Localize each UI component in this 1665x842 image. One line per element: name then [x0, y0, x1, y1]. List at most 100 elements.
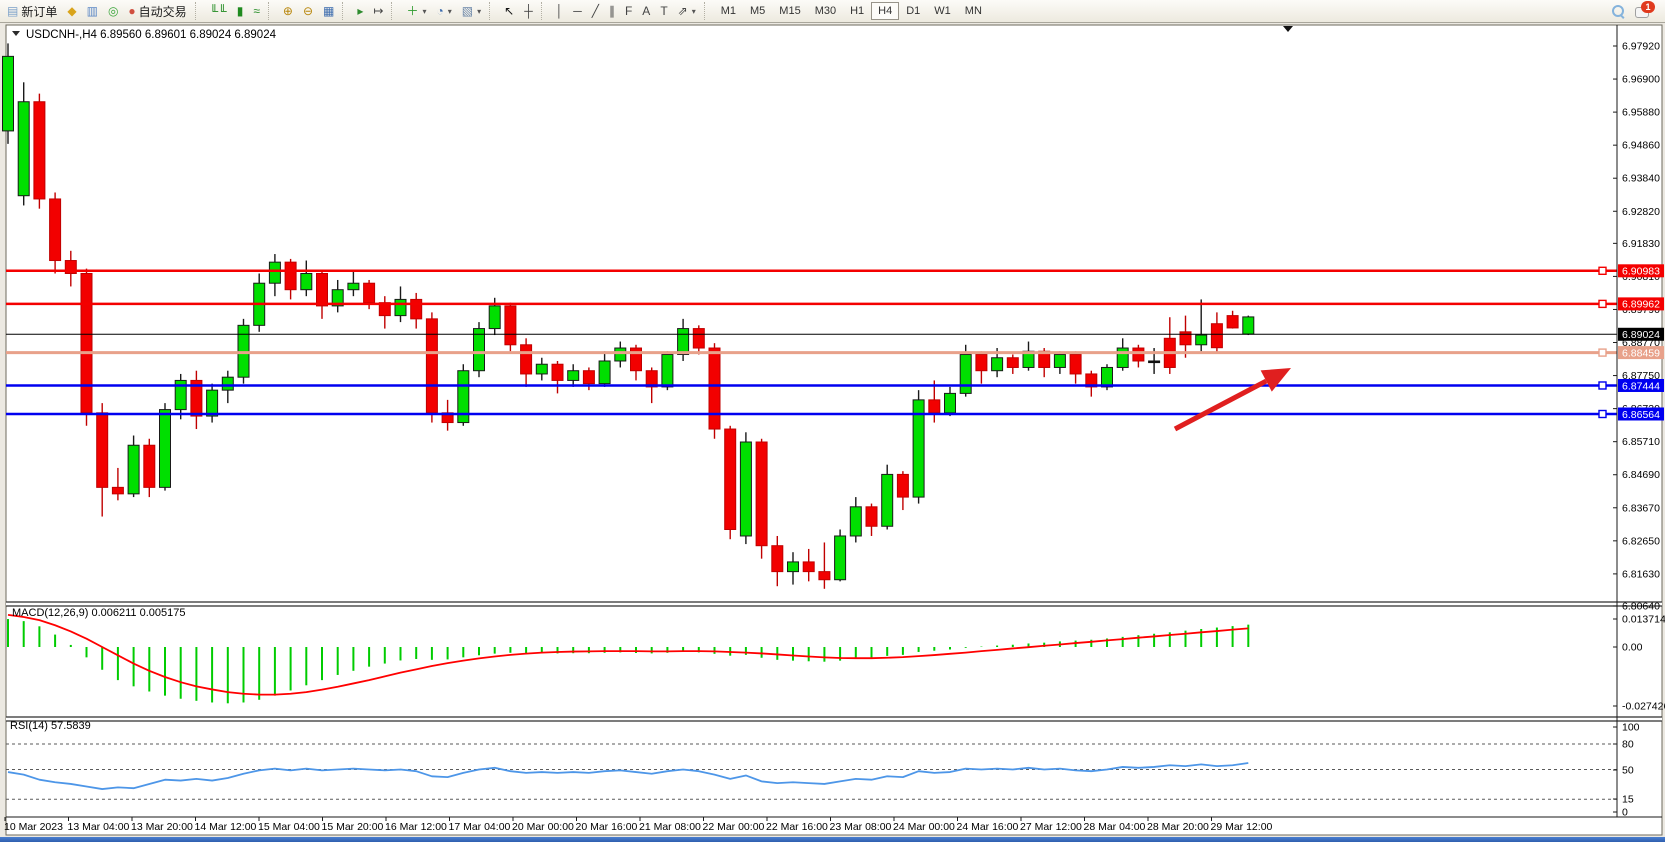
candle-body [882, 474, 893, 526]
candle-body [411, 299, 422, 318]
rsi-tick-label: 100 [1622, 722, 1640, 734]
time-axis-label: 15 Mar 04:00 [258, 821, 320, 833]
candle-body [599, 361, 610, 384]
candle-body [772, 546, 783, 572]
candle-body [929, 400, 940, 413]
time-axis-label: 23 Mar 08:00 [830, 821, 892, 833]
line-anchor-marker[interactable] [1599, 300, 1606, 307]
price-badge-label: 6.89962 [1622, 299, 1660, 311]
time-axis-label: 28 Mar 04:00 [1084, 821, 1146, 833]
candle-body [693, 329, 704, 348]
candle-body [521, 345, 532, 374]
candle-body [568, 371, 579, 381]
time-axis-label: 10 Mar 2023 [4, 821, 63, 833]
candle-body [835, 536, 846, 580]
price-tick-label: 6.93840 [1622, 173, 1660, 185]
macd-tick-label: -0.027426 [1622, 701, 1665, 713]
candle-body [128, 445, 139, 494]
price-badge-label: 6.90983 [1622, 266, 1660, 278]
time-axis-label: 24 Mar 16:00 [957, 821, 1019, 833]
time-axis-label: 22 Mar 00:00 [703, 821, 765, 833]
time-axis-label: 14 Mar 12:00 [195, 821, 257, 833]
candle-body [992, 358, 1003, 371]
candle-body [34, 102, 45, 199]
price-badge-label: 6.87444 [1622, 380, 1660, 392]
price-tick-label: 6.84690 [1622, 469, 1660, 481]
price-tick-label: 6.94860 [1622, 140, 1660, 152]
candle-body [1007, 358, 1018, 368]
price-tick-label: 6.96900 [1622, 74, 1660, 86]
price-tick-label: 6.85710 [1622, 436, 1660, 448]
line-anchor-marker[interactable] [1599, 382, 1606, 389]
macd-tick-label: 0.00 [1622, 642, 1643, 654]
candle-body [3, 56, 14, 131]
chart-window-frame [6, 25, 1662, 835]
candle-body [160, 410, 171, 488]
candle-body [317, 273, 328, 305]
time-axis-label: 22 Mar 16:00 [766, 821, 828, 833]
candle-body [348, 283, 359, 289]
price-tick-label: 6.80640 [1622, 600, 1660, 612]
macd-tick-label: 0.013714 [1622, 614, 1665, 626]
candle-body [285, 262, 296, 290]
rsi-tick-label: 0 [1622, 807, 1628, 819]
candle-body [1149, 361, 1160, 363]
candle-body [1133, 348, 1144, 361]
candle-body [536, 364, 547, 374]
chart-canvas[interactable]: 6.97920 6.96900 6.95880 6.94860 6.93840 6.928… [0, 0, 1665, 842]
time-axis-label: 20 Mar 00:00 [512, 821, 574, 833]
line-anchor-marker[interactable] [1599, 267, 1606, 274]
candle-body [803, 562, 814, 572]
candle-body [740, 442, 751, 536]
candle-body [1243, 317, 1254, 334]
candle-body [819, 572, 830, 580]
time-axis-label: 15 Mar 20:00 [322, 821, 384, 833]
candle-body [1054, 355, 1065, 368]
candle-body [18, 102, 29, 196]
price-tick-label: 6.81630 [1622, 568, 1660, 580]
line-anchor-marker[interactable] [1599, 349, 1606, 356]
time-axis-label: 13 Mar 04:00 [68, 821, 130, 833]
candle-body [866, 507, 877, 526]
candle-body [1117, 348, 1128, 367]
candle-body [615, 348, 626, 361]
time-axis-label: 28 Mar 20:00 [1147, 821, 1209, 833]
candle-body [505, 306, 516, 345]
time-axis-label: 29 Mar 12:00 [1211, 821, 1273, 833]
price-tick-label: 6.97920 [1622, 40, 1660, 52]
candle-body [960, 355, 971, 394]
candle-body [788, 562, 799, 572]
candle-body [552, 364, 563, 380]
candle-body [395, 299, 406, 315]
time-axis-label: 16 Mar 12:00 [385, 821, 447, 833]
candle-body [50, 199, 61, 261]
candle-body [301, 273, 312, 289]
candle-body [1211, 324, 1222, 348]
price-tick-label: 6.95880 [1622, 107, 1660, 119]
macd-indicator-label: MACD(12,26,9) 0.006211 0.005175 [12, 607, 185, 619]
candle-body [222, 377, 233, 390]
candle-body [207, 390, 218, 416]
chart-title: USDCNH-,H4 6.89560 6.89601 6.89024 6.890… [26, 29, 277, 41]
candle-body [725, 429, 736, 529]
price-badge-label: 6.88459 [1622, 347, 1660, 359]
price-tick-label: 6.92820 [1622, 206, 1660, 218]
candle-body [678, 329, 689, 355]
candle-body [1180, 332, 1191, 345]
candle-body [489, 306, 500, 329]
price-badge-label: 6.86564 [1622, 409, 1660, 421]
time-axis-label: 21 Mar 08:00 [639, 821, 701, 833]
time-axis-label: 24 Mar 00:00 [893, 821, 955, 833]
candle-body [426, 319, 437, 413]
price-badge-label: 6.89024 [1622, 329, 1660, 341]
line-anchor-marker[interactable] [1599, 411, 1606, 418]
metatrader-window: { "toolbar": { "buttons": [ {"name":"new… [0, 0, 1665, 842]
rsi-tick-label: 80 [1622, 739, 1634, 751]
candle-body [1227, 316, 1238, 328]
candle-body [269, 262, 280, 283]
candle-body [97, 413, 108, 488]
time-axis-label: 20 Mar 16:00 [576, 821, 638, 833]
candle-body [662, 355, 673, 387]
candle-body [976, 355, 987, 371]
candle-body [945, 393, 956, 412]
